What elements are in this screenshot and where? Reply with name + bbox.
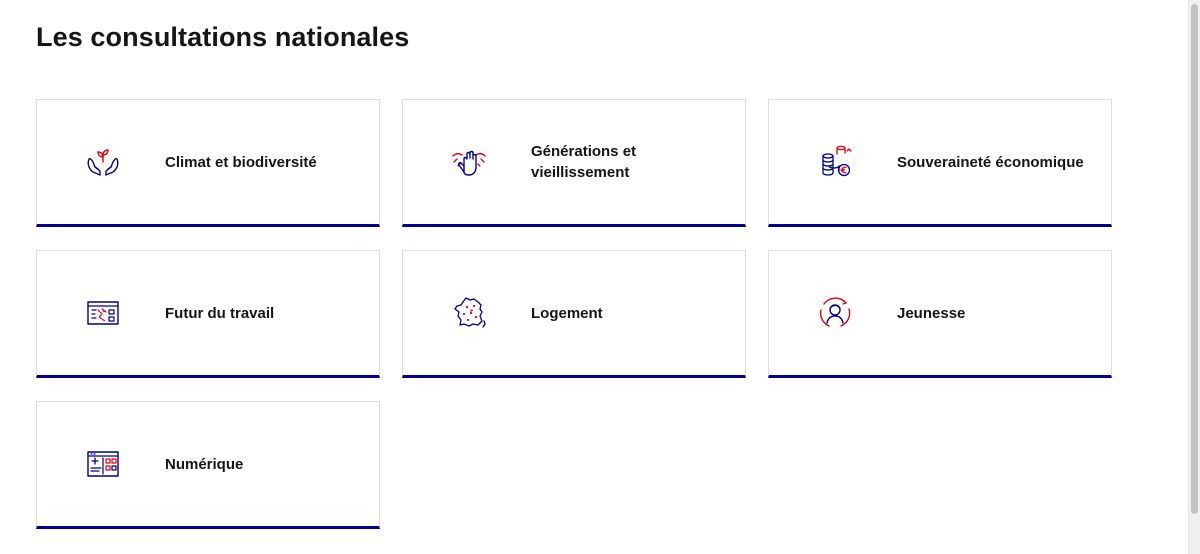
card-label: Générations et vieillissement <box>531 143 637 181</box>
vertical-scrollbar[interactable] <box>1188 0 1200 554</box>
card-label: Futur du travail <box>165 304 275 322</box>
card-generations[interactable]: Générations et vieillissement <box>402 99 746 227</box>
hands-plant-icon <box>83 142 123 182</box>
card-label: Jeunesse <box>897 304 966 322</box>
young-person-icon <box>815 293 855 333</box>
page-title: Les consultations nationales <box>36 22 410 52</box>
card-futur-travail[interactable]: Futur du travail <box>36 250 380 378</box>
raised-hand-icon <box>449 142 489 182</box>
card-label: Numérique <box>165 455 244 473</box>
card-souverainete[interactable]: Souveraineté économique <box>768 99 1112 227</box>
card-label: Logement <box>531 304 603 322</box>
card-jeunesse[interactable]: Jeunesse <box>768 250 1112 378</box>
workflow-board-icon <box>83 293 123 333</box>
france-map-icon <box>449 293 489 333</box>
card-climat[interactable]: Climat et biodiversité <box>36 99 380 227</box>
card-logement[interactable]: Logement <box>402 250 746 378</box>
coins-euro-icon <box>815 142 855 182</box>
card-label: Souveraineté économique <box>897 153 1084 171</box>
digital-screen-icon <box>83 444 123 484</box>
card-label: Climat et biodiversité <box>165 153 317 171</box>
scrollbar-thumb[interactable] <box>1191 4 1198 514</box>
consultations-grid: Climat et biodiversité Générations et vi… <box>36 99 1112 529</box>
card-numerique[interactable]: Numérique <box>36 401 380 529</box>
